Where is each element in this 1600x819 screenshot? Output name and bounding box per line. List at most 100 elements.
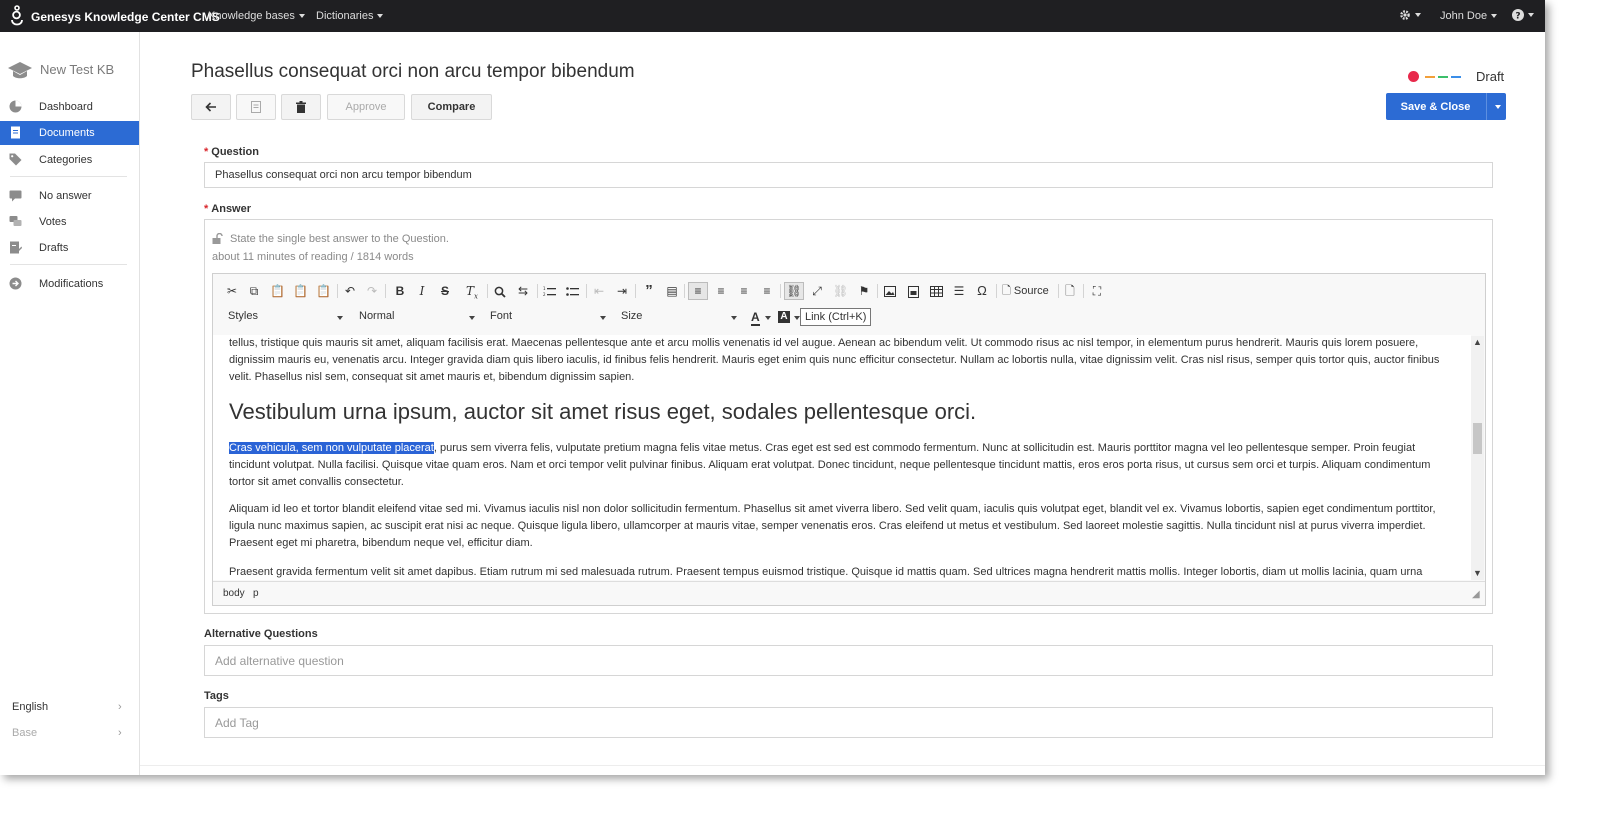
indent-icon[interactable]: ⇥ [615, 283, 629, 299]
nav-knowledge-bases-label: Knowledge bases [208, 10, 295, 22]
bulleted-list-icon[interactable] [565, 283, 579, 299]
outdent-icon[interactable]: ⇤ [592, 283, 606, 299]
answer-hint: State the single best answer to the Ques… [230, 233, 449, 245]
back-button[interactable] [191, 94, 231, 120]
scrollbar-thumb[interactable] [1473, 423, 1482, 454]
toolbar-separator [877, 284, 878, 298]
resize-handle-icon[interactable]: ◢ [1472, 589, 1480, 600]
numbered-list-icon[interactable]: 12 [542, 283, 556, 299]
copy-icon[interactable]: ⧉ [247, 283, 261, 299]
background-color-button[interactable]: A [778, 310, 800, 328]
sidebar-item-label: Drafts [39, 242, 69, 254]
link-tooltip: Link (Ctrl+K) [800, 308, 872, 326]
scroll-up-icon[interactable]: ▲ [1471, 337, 1484, 347]
sidebar-item-documents[interactable]: Documents [0, 121, 139, 145]
approve-button[interactable]: Approve [327, 94, 405, 120]
base-selector[interactable]: Base [12, 727, 37, 739]
italic-icon[interactable]: I [415, 283, 429, 299]
expand-icon[interactable]: ⤢ [810, 283, 824, 299]
help-icon: ? [1512, 9, 1524, 22]
text-color-button[interactable]: A [751, 310, 771, 328]
table-icon[interactable] [929, 283, 943, 299]
paragraph: Praesent gravida fermentum velit sit ame… [229, 566, 1423, 578]
align-right-icon[interactable]: ≡ [737, 283, 751, 299]
path-p[interactable]: p [253, 588, 259, 599]
toolbar-separator [487, 284, 488, 298]
save-options-dropdown[interactable] [1491, 101, 1501, 113]
sidebar-item-votes[interactable]: Votes [0, 210, 139, 234]
strikethrough-icon[interactable]: S [438, 283, 452, 299]
align-justify-icon[interactable]: ≡ [760, 283, 774, 299]
bold-icon[interactable]: B [393, 283, 407, 299]
sidebar-divider [10, 264, 127, 265]
paste-word-icon[interactable]: 📋 [316, 283, 331, 299]
settings-menu[interactable] [1399, 9, 1421, 21]
text-color-icon: A [751, 310, 760, 326]
image-icon[interactable] [883, 283, 897, 299]
cut-icon[interactable]: ✂ [225, 283, 239, 299]
editor-scrollbar[interactable]: ▲ ▼ [1471, 336, 1484, 580]
compare-button[interactable]: Compare [411, 94, 492, 120]
user-menu[interactable]: John Doe [1440, 10, 1498, 22]
status-dot-icon [1408, 71, 1419, 82]
delete-button[interactable] [281, 94, 321, 120]
anchor-flag-icon[interactable]: ⚑ [857, 283, 871, 299]
tags-input[interactable]: Add Tag [204, 707, 1493, 738]
special-char-icon[interactable]: Ω [975, 283, 989, 299]
editor-content[interactable]: tellus, tristique quis mauris sit amet, … [213, 335, 1471, 580]
maximize-icon[interactable]: ⛶ [1090, 283, 1104, 299]
chevron-down-icon [377, 14, 384, 19]
div-container-icon[interactable]: ▤ [665, 283, 679, 299]
chevron-right-icon[interactable]: › [118, 727, 122, 739]
sidebar-item-categories[interactable]: Categories [0, 148, 139, 172]
document-icon [251, 101, 261, 113]
source-button[interactable]: 🗋 Source [1002, 283, 1052, 299]
language-selector[interactable]: English [12, 701, 48, 713]
question-input[interactable]: Phasellus consequat orci non arcu tempor… [204, 162, 1493, 188]
unlock-icon[interactable] [212, 233, 223, 244]
genesys-logo-icon[interactable] [8, 5, 26, 27]
unlink-icon[interactable]: ⛓ [833, 283, 848, 299]
styles-dropdown[interactable]: Styles [228, 310, 343, 328]
undo-icon[interactable]: ↶ [343, 283, 357, 299]
search-icon[interactable] [493, 283, 507, 299]
sidebar-item-dashboard[interactable]: Dashboard [0, 95, 139, 119]
chevron-down-icon [298, 14, 305, 19]
help-menu[interactable]: ? [1512, 9, 1534, 22]
chevron-right-icon[interactable]: › [118, 701, 122, 713]
paste-icon[interactable]: 📋 [270, 283, 285, 299]
horizontal-line-icon[interactable]: ☰ [952, 283, 966, 299]
size-dropdown[interactable]: Size [621, 310, 737, 328]
document-button[interactable] [236, 94, 276, 120]
editor-toolbar-row-1: ✂ ⧉ 📋 📋 📋 ↶ ↷ B I S Tx ⇆ 12 ⇤ ⇥ ” ▤ ≡ ≡ … [213, 278, 1485, 304]
link-icon[interactable]: ⛓ [784, 282, 804, 300]
preview-icon[interactable]: 🗋 [1063, 283, 1077, 299]
save-close-button[interactable]: Save & Close [1386, 93, 1506, 120]
redo-icon[interactable]: ↷ [365, 283, 379, 299]
nav-dictionaries[interactable]: Dictionaries [316, 10, 384, 22]
sidebar-item-drafts[interactable]: Drafts [0, 236, 139, 260]
gear-icon [1400, 10, 1410, 20]
blockquote-icon[interactable]: ” [642, 283, 656, 299]
user-name: John Doe [1440, 10, 1488, 22]
source-label: Source [1013, 285, 1049, 297]
align-center-icon[interactable]: ≡ [714, 283, 728, 299]
alt-question-input[interactable]: Add alternative question [204, 645, 1493, 676]
sidebar-item-label: Dashboard [39, 101, 93, 113]
tags-label: Tags [204, 690, 229, 702]
remove-format-icon[interactable]: Tx [464, 283, 480, 300]
toolbar-separator [996, 284, 997, 298]
align-left-icon[interactable]: ≡ [688, 282, 708, 300]
replace-icon[interactable]: ⇆ [515, 283, 531, 299]
brand-title[interactable]: Genesys Knowledge Center CMS [31, 10, 220, 24]
scroll-down-icon[interactable]: ▼ [1471, 568, 1484, 578]
nav-knowledge-bases[interactable]: Knowledge bases [208, 10, 305, 22]
media-icon[interactable] [906, 283, 920, 299]
paste-text-icon[interactable]: 📋 [293, 283, 308, 299]
sidebar-item-label: No answer [39, 190, 92, 202]
sidebar-item-modifications[interactable]: Modifications [0, 272, 139, 296]
font-dropdown[interactable]: Font [490, 310, 606, 328]
format-dropdown[interactable]: Normal [359, 310, 475, 328]
sidebar-item-no-answer[interactable]: No answer [0, 184, 139, 208]
path-body[interactable]: body [223, 588, 245, 599]
